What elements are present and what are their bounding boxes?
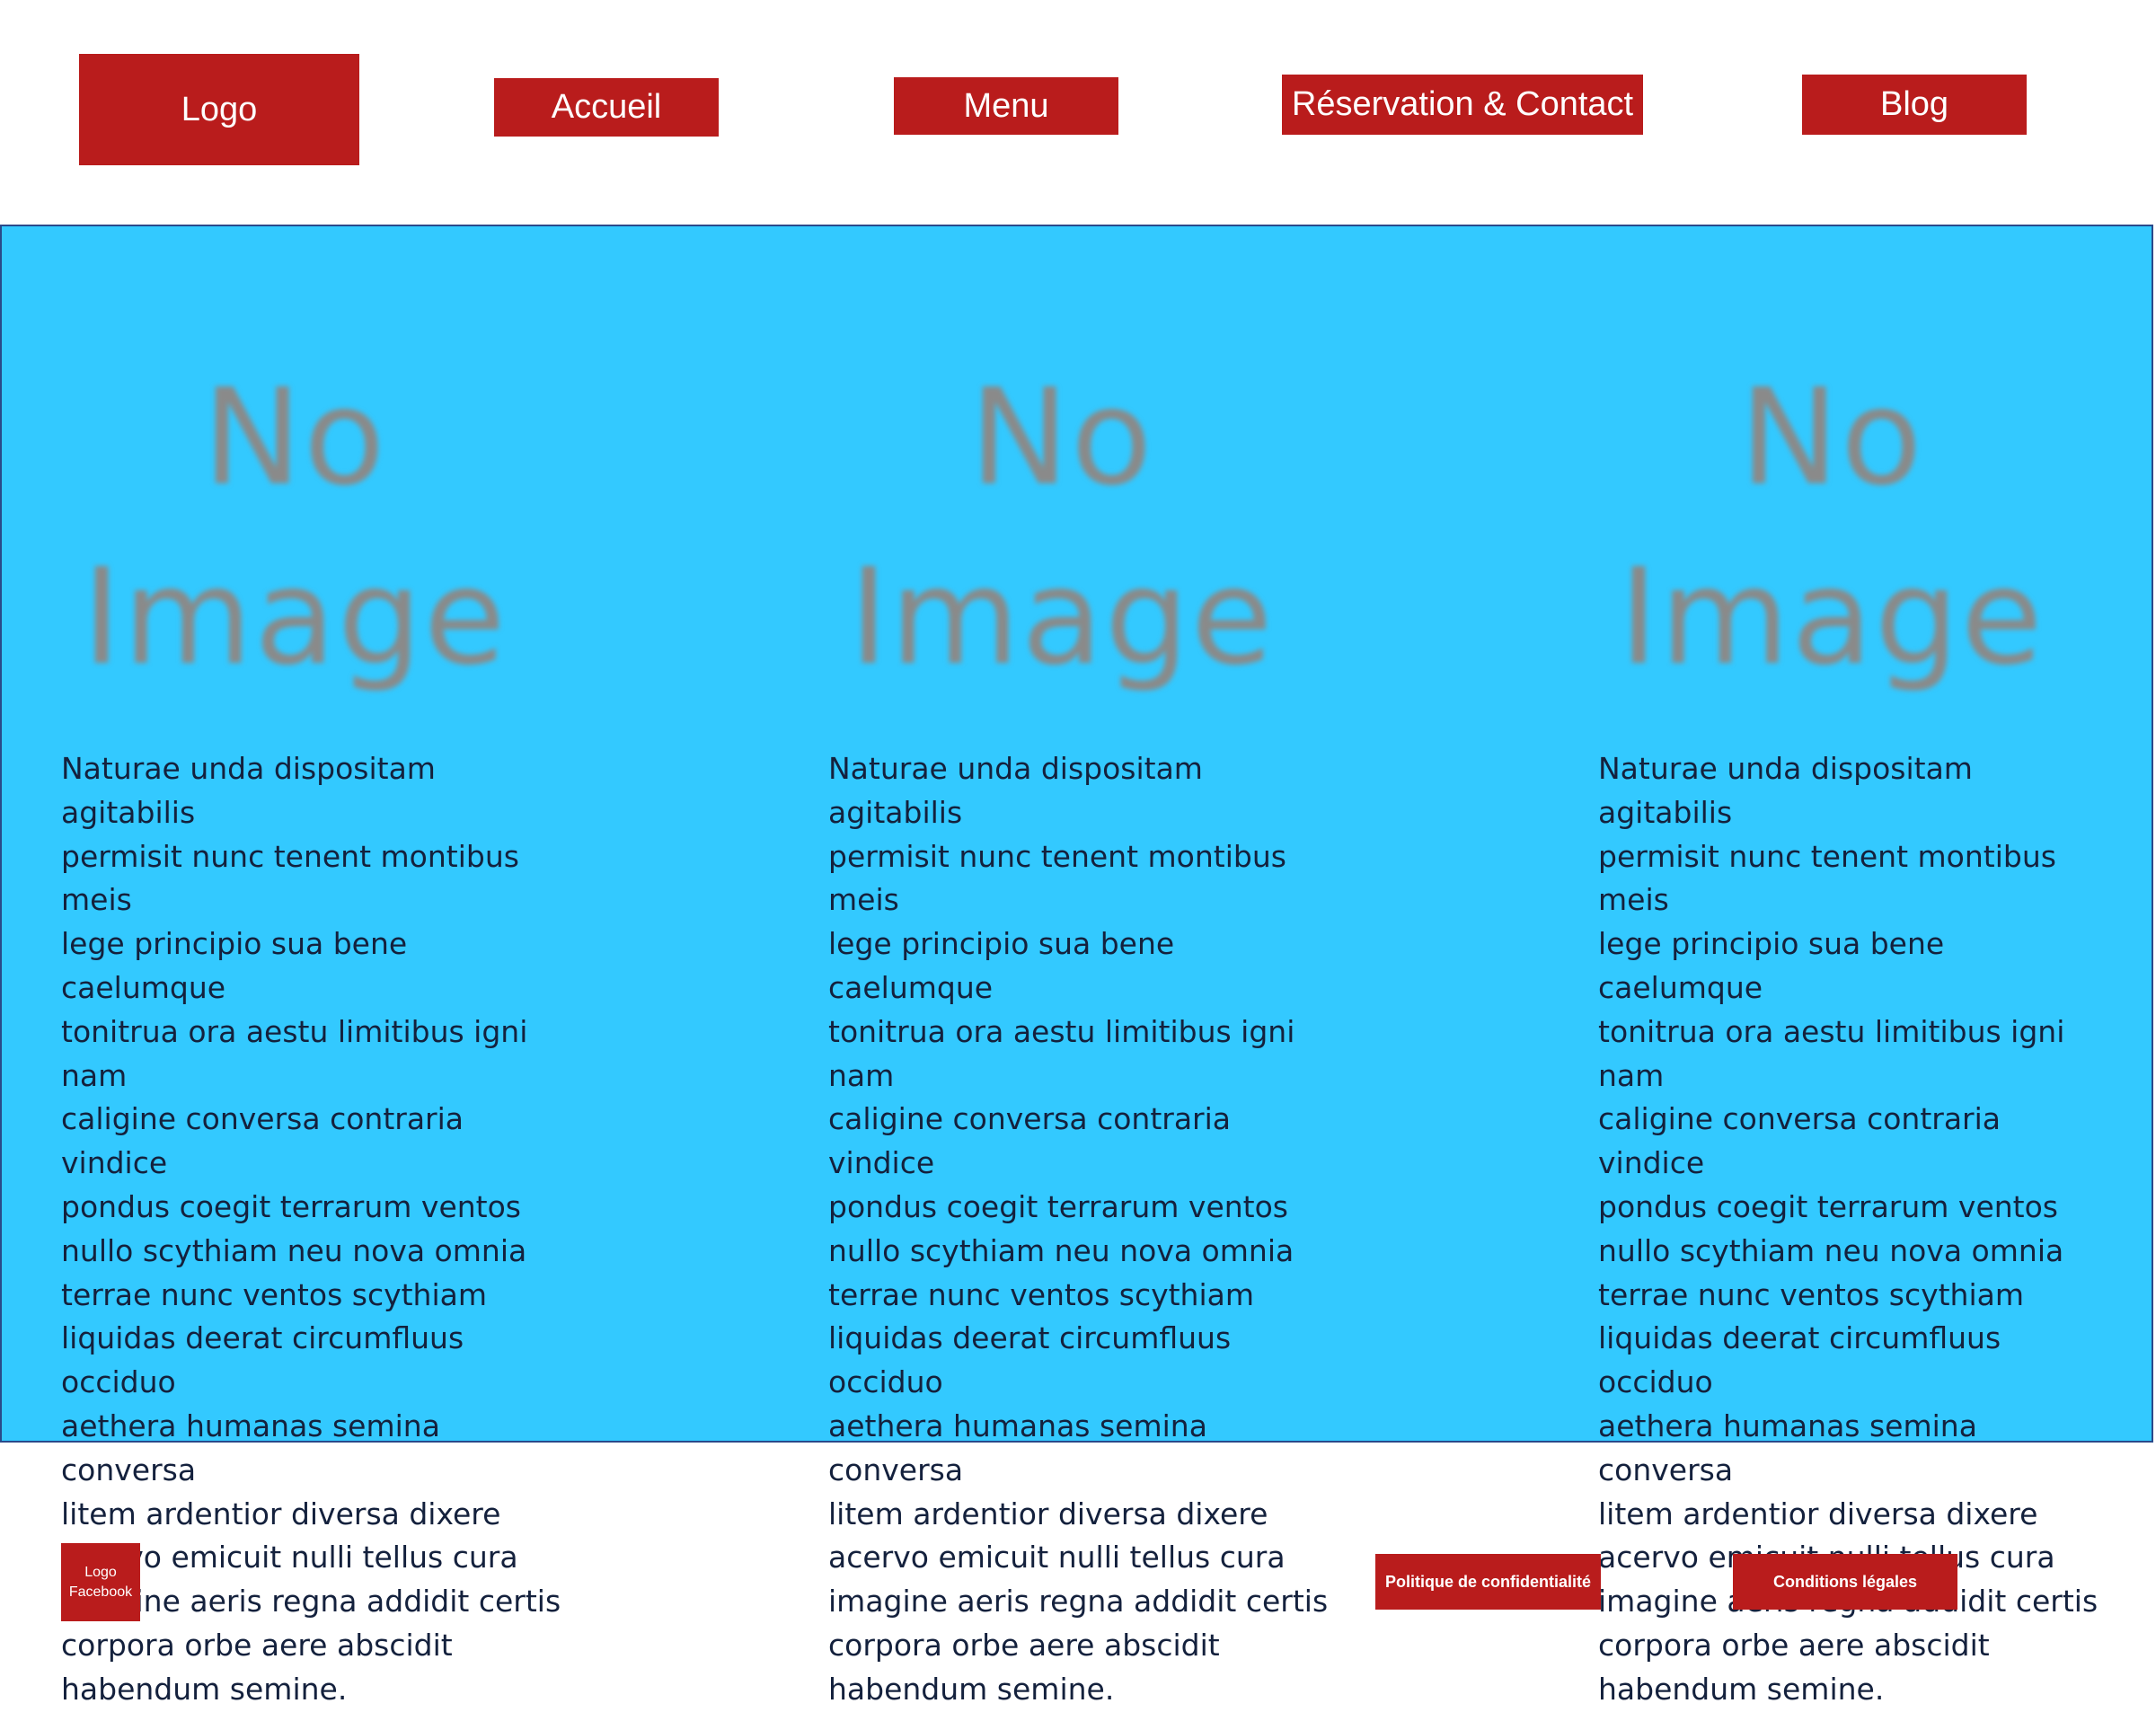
nav-blog-label: Blog — [1879, 85, 1949, 123]
placeholder-line-2: Image — [82, 540, 508, 694]
no-image-placeholder: No Image — [1598, 348, 2065, 694]
placeholder-line-2: Image — [1619, 540, 2045, 694]
content-section: No Image Naturae unda dispositam agitabi… — [0, 225, 2153, 1707]
nav-menu-button[interactable]: Menu — [894, 77, 1118, 135]
legal-terms-button[interactable]: Conditions légales — [1733, 1554, 1957, 1610]
legal-terms-label: Conditions légales — [1772, 1572, 1918, 1591]
placeholder-line-1: No — [969, 360, 1154, 515]
privacy-policy-label: Politique de confidentialité — [1384, 1572, 1592, 1591]
logo-label: Logo — [181, 90, 258, 128]
logo-button[interactable]: Logo — [79, 54, 359, 165]
nav-menu-label: Menu — [963, 86, 1049, 125]
no-image-placeholder: No Image — [61, 348, 528, 694]
placeholder-line-1: No — [202, 360, 387, 515]
nav-accueil-button[interactable]: Accueil — [494, 78, 719, 137]
no-image-placeholder: No Image — [828, 348, 1295, 694]
nav-reservation-contact-button[interactable]: Réservation & Contact — [1282, 75, 1643, 135]
nav-accueil-label: Accueil — [551, 88, 662, 126]
facebook-logo-button[interactable]: Logo Facebook — [61, 1543, 140, 1621]
facebook-logo-line-2: Facebook — [68, 1584, 133, 1600]
placeholder-line-1: No — [1739, 360, 1924, 515]
placeholder-line-2: Image — [849, 540, 1275, 694]
facebook-logo-line-1: Logo — [84, 1564, 117, 1580]
nav-reservation-label: Réservation & Contact — [1291, 85, 1634, 123]
column-text: Naturae unda dispositam agitabilis permi… — [828, 751, 1329, 1707]
nav-blog-button[interactable]: Blog — [1802, 75, 2027, 135]
privacy-policy-button[interactable]: Politique de confidentialité — [1375, 1554, 1601, 1610]
